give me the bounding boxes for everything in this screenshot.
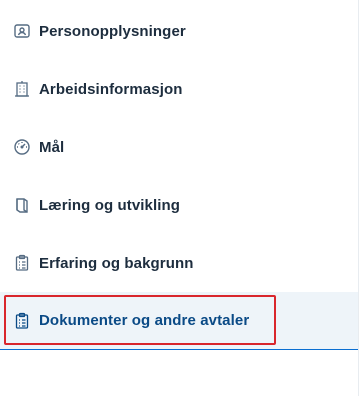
nav-item-mal[interactable]: Mål — [0, 118, 358, 176]
nav-item-dokumenter-og-andre-avtaler[interactable]: Dokumenter og andre avtaler — [0, 292, 358, 350]
clipboard-document-icon — [13, 312, 31, 330]
person-card-icon — [13, 22, 31, 40]
target-gauge-icon — [13, 138, 31, 156]
nav-item-label: Læring og utvikling — [39, 196, 181, 214]
nav-item-label: Erfaring og bakgrunn — [39, 254, 194, 272]
nav-item-laering-og-utvikling[interactable]: Læring og utvikling — [0, 176, 358, 234]
side-navigation: Personopplysninger Arbeidsinformasjon Må… — [0, 0, 359, 396]
book-icon — [13, 196, 31, 214]
nav-item-arbeidsinformasjon[interactable]: Arbeidsinformasjon — [0, 60, 358, 118]
building-icon — [13, 80, 31, 98]
nav-item-label: Dokumenter og andre avtaler — [39, 312, 250, 329]
nav-item-label: Mål — [39, 138, 65, 156]
nav-item-label: Arbeidsinformasjon — [39, 80, 183, 98]
clipboard-list-icon — [13, 254, 31, 272]
nav-item-erfaring-og-bakgrunn[interactable]: Erfaring og bakgrunn — [0, 234, 358, 292]
nav-item-personopplysninger[interactable]: Personopplysninger — [0, 2, 358, 60]
nav-item-label: Personopplysninger — [39, 22, 186, 40]
